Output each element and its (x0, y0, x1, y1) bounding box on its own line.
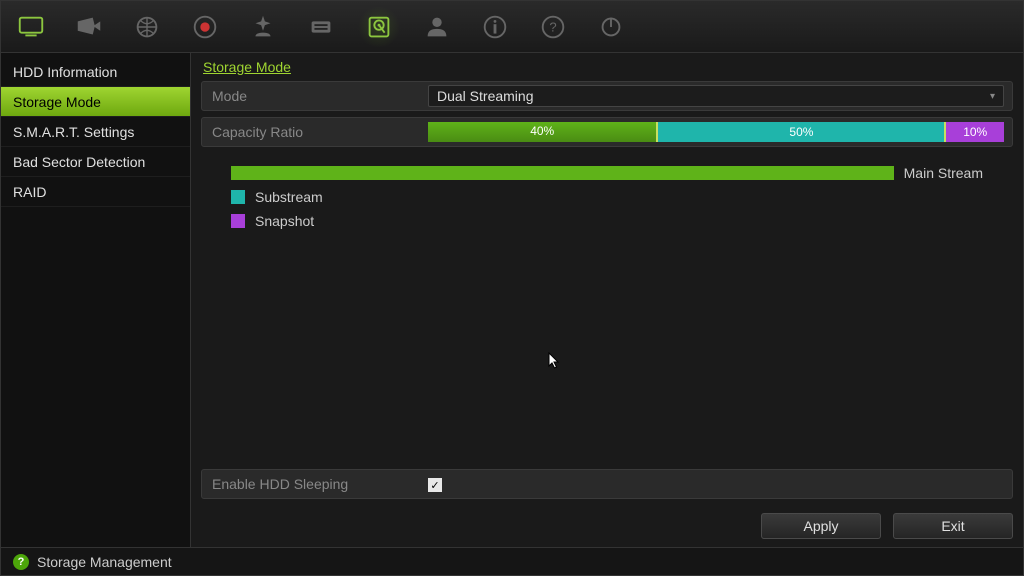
legend-label: Main Stream (904, 165, 983, 181)
apply-button[interactable]: Apply (761, 513, 881, 539)
legend-swatch (231, 166, 894, 180)
main-content: Storage Mode Mode Dual Streaming ▾ Capac… (191, 53, 1023, 547)
camera-icon[interactable] (67, 7, 111, 47)
main-toolbar: ? (1, 1, 1023, 53)
network-icon[interactable] (125, 7, 169, 47)
legend-swatch (231, 190, 245, 204)
monitor-icon[interactable] (9, 7, 53, 47)
legend: Main Stream Substream Snapshot (201, 153, 1013, 241)
sidebar-item-storage-mode[interactable]: Storage Mode (1, 87, 190, 117)
alarm-icon[interactable] (241, 7, 285, 47)
help-status-icon[interactable]: ? (13, 554, 29, 570)
shutdown-icon[interactable] (589, 7, 633, 47)
sidebar: HDD InformationStorage ModeS.M.A.R.T. Se… (1, 53, 191, 547)
svg-text:?: ? (549, 19, 556, 34)
sidebar-item-hdd-information[interactable]: HDD Information (1, 57, 190, 87)
status-bar: ? Storage Management (1, 547, 1023, 575)
legend-label: Substream (255, 189, 323, 205)
info-icon[interactable] (473, 7, 517, 47)
help-icon[interactable]: ? (531, 7, 575, 47)
legend-row: Main Stream (231, 161, 983, 185)
exit-button[interactable]: Exit (893, 513, 1013, 539)
legend-row: Substream (231, 185, 983, 209)
account-icon[interactable] (415, 7, 459, 47)
legend-label: Snapshot (255, 213, 314, 229)
mode-label: Mode (202, 84, 428, 108)
mode-value: Dual Streaming (437, 88, 534, 104)
hdd-icon[interactable] (357, 7, 401, 47)
sleep-label: Enable HDD Sleeping (202, 472, 428, 496)
legend-swatch (231, 214, 245, 228)
sidebar-item-raid[interactable]: RAID (1, 177, 190, 207)
capacity-label: Capacity Ratio (202, 120, 428, 144)
legend-row: Snapshot (231, 209, 983, 233)
mode-select[interactable]: Dual Streaming ▾ (428, 85, 1004, 107)
capacity-segment-snap[interactable]: 10% (946, 122, 1004, 142)
capacity-segment-main[interactable]: 40% (428, 122, 658, 142)
sidebar-item-bad-sector-detection[interactable]: Bad Sector Detection (1, 147, 190, 177)
chevron-down-icon: ▾ (990, 91, 995, 102)
status-label: Storage Management (37, 554, 172, 570)
page-title: Storage Mode (201, 59, 1013, 75)
sleep-checkbox[interactable]: ✓ (428, 478, 442, 492)
sidebar-item-s-m-a-r-t-settings[interactable]: S.M.A.R.T. Settings (1, 117, 190, 147)
rs232-icon[interactable] (299, 7, 343, 47)
record-icon[interactable] (183, 7, 227, 47)
capacity-bar[interactable]: 40%50%10% (428, 122, 1004, 142)
capacity-segment-sub[interactable]: 50% (658, 122, 946, 142)
